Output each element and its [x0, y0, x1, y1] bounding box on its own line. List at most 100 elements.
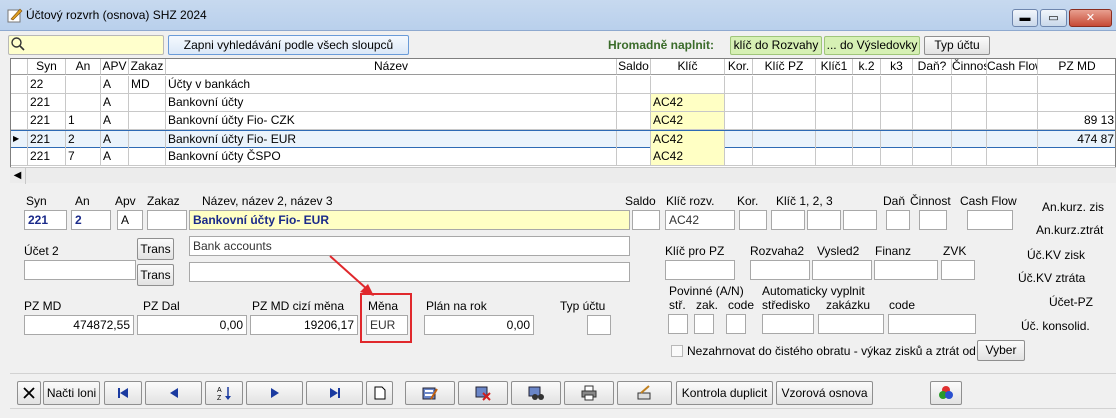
- cell-pz-md[interactable]: 89 13: [1038, 112, 1115, 129]
- cell-klic-pz[interactable]: [753, 131, 816, 148]
- cell-kor[interactable]: [725, 131, 753, 148]
- pz-dal-field[interactable]: 0,00: [137, 315, 247, 335]
- cell-cash-flow[interactable]: [987, 148, 1038, 165]
- minimize-button[interactable]: ▬: [1012, 9, 1038, 27]
- prev-record-button[interactable]: [145, 381, 202, 405]
- cell-saldo[interactable]: [617, 148, 651, 165]
- pz-md-cizi-field[interactable]: 19206,17: [250, 315, 358, 335]
- next-record-button[interactable]: [246, 381, 303, 405]
- cell-cash-flow[interactable]: [987, 131, 1038, 148]
- cell-k3[interactable]: [881, 76, 913, 93]
- col-header-cinnost[interactable]: Činnost: [952, 59, 987, 75]
- finanz-field[interactable]: [874, 260, 938, 280]
- rozvaha2-field[interactable]: [750, 260, 810, 280]
- cell-kor[interactable]: [725, 112, 753, 129]
- col-header-zakaz[interactable]: Zakaz: [129, 59, 166, 75]
- cash-flow-field[interactable]: [967, 210, 1013, 230]
- cell-an[interactable]: 7: [66, 148, 101, 165]
- cell-an[interactable]: [66, 76, 101, 93]
- close-x-button[interactable]: [17, 381, 41, 405]
- cell-cash-flow[interactable]: [987, 112, 1038, 129]
- cell-klic[interactable]: AC42: [651, 94, 725, 111]
- cell-pz-md[interactable]: [1038, 148, 1115, 165]
- cell-nazev[interactable]: Bankovní účty Fio- EUR: [166, 131, 617, 148]
- cell-cinnost[interactable]: [952, 148, 987, 165]
- cell-dan[interactable]: [913, 94, 952, 111]
- cell-k3[interactable]: [881, 112, 913, 129]
- row-indicator[interactable]: ▶: [11, 131, 28, 148]
- cell-kor[interactable]: [725, 148, 753, 165]
- last-record-button[interactable]: [306, 381, 363, 405]
- cell-saldo[interactable]: [617, 76, 651, 93]
- vysled2-field[interactable]: [812, 260, 872, 280]
- auto-zakazku-field[interactable]: [818, 314, 884, 334]
- row-indicator[interactable]: [11, 148, 28, 165]
- table-row[interactable]: 22 A MD Účty v bankách: [11, 76, 1115, 94]
- cell-k2[interactable]: [853, 94, 881, 111]
- col-header-k2[interactable]: k.2: [853, 59, 881, 75]
- typ-uctu-field[interactable]: [587, 315, 611, 335]
- apv-field[interactable]: A: [117, 210, 143, 230]
- saldo-field[interactable]: [632, 210, 660, 230]
- vyber-button[interactable]: Vyber: [977, 340, 1025, 361]
- cell-dan[interactable]: [913, 148, 952, 165]
- cell-cash-flow[interactable]: [987, 94, 1038, 111]
- new-record-button[interactable]: [366, 381, 393, 405]
- col-header-apv[interactable]: APV: [101, 59, 129, 75]
- cell-saldo[interactable]: [617, 94, 651, 111]
- cell-nazev[interactable]: Bankovní účty: [166, 94, 617, 111]
- account-type-button[interactable]: Typ účtu: [924, 36, 990, 55]
- an-field[interactable]: 2: [71, 210, 111, 230]
- cell-klic-pz[interactable]: [753, 94, 816, 111]
- cell-klic1[interactable]: [816, 112, 853, 129]
- search-all-columns-button[interactable]: Zapni vyhledávání podle všech sloupců: [168, 35, 409, 55]
- cell-syn[interactable]: 221: [28, 131, 66, 148]
- cell-pz-md[interactable]: 474 87: [1038, 131, 1115, 148]
- nazev-field[interactable]: Bankovní účty Fio- EUR: [189, 210, 630, 230]
- search-input[interactable]: [8, 35, 164, 55]
- exclude-checkbox[interactable]: [671, 345, 683, 357]
- cell-klic-pz[interactable]: [753, 76, 816, 93]
- cell-dan[interactable]: [913, 131, 952, 148]
- cell-pz-md[interactable]: [1038, 94, 1115, 111]
- first-record-button[interactable]: [104, 381, 142, 405]
- povinne-str-field[interactable]: [668, 314, 688, 334]
- dan-field[interactable]: [886, 210, 910, 230]
- auto-stredisko-field[interactable]: [762, 314, 814, 334]
- cell-syn[interactable]: 22: [28, 76, 66, 93]
- cell-pz-md[interactable]: [1038, 76, 1115, 93]
- cell-cinnost[interactable]: [952, 112, 987, 129]
- ucet2-field[interactable]: [24, 260, 136, 280]
- cell-apv[interactable]: A: [101, 94, 129, 111]
- klic1-field[interactable]: [771, 210, 805, 230]
- povinne-code-field[interactable]: [726, 314, 746, 334]
- cell-kor[interactable]: [725, 94, 753, 111]
- cell-klic-pz[interactable]: [753, 148, 816, 165]
- col-header-cash-flow[interactable]: Cash Flow: [987, 59, 1038, 75]
- cell-klic[interactable]: AC42: [651, 148, 725, 165]
- cell-klic[interactable]: [651, 76, 725, 93]
- table-row[interactable]: 221 7 A Bankovní účty ČSPO AC42: [11, 148, 1115, 166]
- cell-klic[interactable]: AC42: [651, 131, 725, 148]
- cell-k3[interactable]: [881, 148, 913, 165]
- table-row[interactable]: 221 A Bankovní účty AC42: [11, 94, 1115, 112]
- col-header-nazev[interactable]: Název: [166, 59, 617, 75]
- klic2-field[interactable]: [807, 210, 841, 230]
- print-button[interactable]: [564, 381, 614, 405]
- zvk-field[interactable]: [941, 260, 975, 280]
- cell-klic1[interactable]: [816, 76, 853, 93]
- row-indicator[interactable]: [11, 76, 28, 93]
- cell-zakaz[interactable]: [129, 131, 166, 148]
- cell-zakaz[interactable]: MD: [129, 76, 166, 93]
- cell-apv[interactable]: A: [101, 76, 129, 93]
- col-header-klic[interactable]: Klíč: [651, 59, 725, 75]
- col-header-kor[interactable]: Kor.: [725, 59, 753, 75]
- close-button[interactable]: ✕: [1069, 9, 1112, 27]
- cell-k2[interactable]: [853, 148, 881, 165]
- cell-an[interactable]: [66, 94, 101, 111]
- cell-apv[interactable]: A: [101, 131, 129, 148]
- cell-klic1[interactable]: [816, 148, 853, 165]
- cell-nazev[interactable]: Bankovní účty Fio- CZK: [166, 112, 617, 129]
- auto-code-field[interactable]: [888, 314, 976, 334]
- row-indicator[interactable]: [11, 112, 28, 129]
